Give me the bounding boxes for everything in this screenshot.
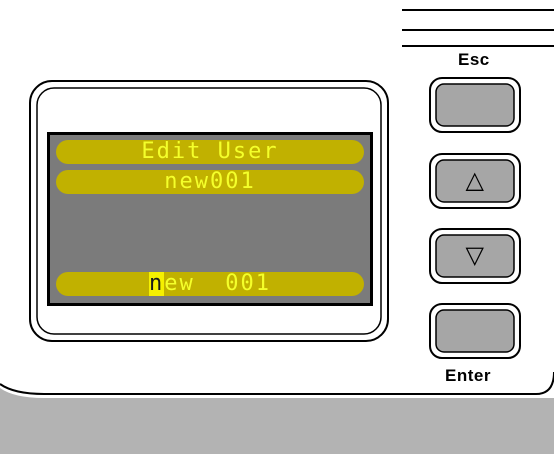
enter-label: Enter — [445, 366, 491, 385]
esc-label: Esc — [458, 50, 490, 69]
lcd-edit-field[interactable]: new 001 — [56, 272, 364, 296]
device-front-panel: Edit User new001 new 001 Esc △ ▽ Enter — [0, 0, 554, 454]
overlay: Edit User new001 new 001 Esc △ ▽ Enter — [0, 0, 554, 454]
lcd-subtitle-bar: new001 — [56, 170, 364, 194]
edit-field-text: ew 001 — [164, 271, 271, 296]
lcd-title-bar: Edit User — [56, 140, 364, 164]
down-button[interactable] — [429, 228, 521, 284]
up-button[interactable] — [429, 153, 521, 209]
enter-button[interactable] — [429, 303, 521, 359]
esc-button[interactable] — [429, 77, 521, 133]
edit-cursor: n — [149, 271, 165, 296]
lcd-screen: Edit User new001 new 001 — [50, 135, 370, 303]
